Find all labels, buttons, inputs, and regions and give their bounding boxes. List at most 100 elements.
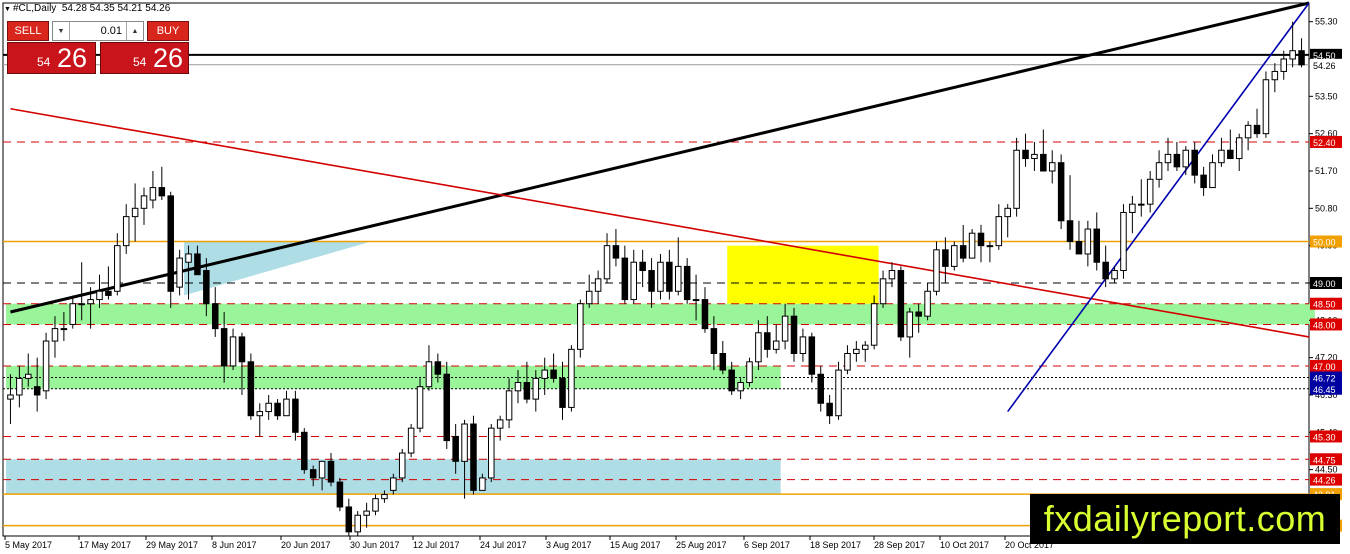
candle-body: [283, 398, 290, 417]
candle-body: [1111, 270, 1118, 280]
candle-body: [1235, 137, 1243, 160]
candle-body: [897, 270, 905, 338]
candle-body: [203, 270, 210, 305]
candle: [870, 295, 878, 350]
y-tick-label: 51.70: [1315, 166, 1338, 176]
level-label-54.26: 54.26: [1313, 61, 1336, 71]
candle: [247, 353, 255, 420]
level-label-50.00: 50.00: [1313, 238, 1336, 248]
candle-body: [853, 348, 860, 354]
candle-body: [710, 328, 718, 354]
lot-decrease-arrow-icon[interactable]: ▼: [53, 22, 70, 40]
candle: [568, 345, 575, 412]
x-tick-label: 20 Jun 2017: [281, 540, 331, 550]
candle-body: [728, 369, 735, 392]
candle-body: [995, 216, 1003, 247]
price-chart[interactable]: 55.3054.4053.5052.6051.7050.8049.9049.00…: [0, 0, 1350, 554]
candle-body: [42, 340, 50, 392]
candle-body: [140, 195, 148, 209]
candle-body: [505, 390, 513, 421]
x-tick-label: 10 Oct 2017: [940, 540, 989, 550]
x-tick-label: 6 Sep 2017: [744, 540, 790, 550]
buy-button[interactable]: BUY: [147, 21, 189, 41]
lot-increase-arrow-icon[interactable]: ▲: [126, 22, 143, 40]
candle-body: [746, 361, 753, 384]
candle: [470, 415, 477, 495]
candle: [416, 378, 424, 433]
candle-body: [585, 290, 593, 305]
candle-body: [1155, 162, 1163, 180]
candle-body: [425, 361, 433, 388]
candle: [443, 361, 451, 449]
candle-body: [657, 261, 664, 292]
candle-body: [1040, 153, 1047, 172]
candle-body: [1280, 58, 1288, 72]
x-tick-label: 24 Jul 2017: [480, 540, 527, 550]
candle-body: [336, 481, 344, 508]
candle-body: [577, 303, 584, 350]
candle-body: [318, 460, 326, 479]
level-label-46.72: 46.72: [1313, 374, 1336, 384]
buy-price-box[interactable]: 54 26: [100, 42, 189, 74]
candle-body: [309, 469, 317, 479]
candle-body: [292, 398, 299, 433]
candle-body: [701, 299, 709, 330]
candle-body: [666, 261, 673, 292]
candle-body: [986, 245, 994, 248]
candle-body: [33, 386, 41, 396]
candle: [301, 428, 308, 474]
buy-price-big: 26: [153, 43, 184, 73]
candle-body: [1182, 149, 1190, 168]
watermark-logo: fxdailyreport.com: [1030, 494, 1340, 544]
candle-body: [51, 328, 59, 342]
candle: [407, 424, 415, 458]
candle-body: [942, 249, 949, 267]
candle-body: [496, 419, 504, 429]
candle-body: [1057, 162, 1065, 222]
candle-body: [772, 340, 780, 350]
candle-body: [719, 352, 727, 371]
candle-body: [194, 253, 201, 276]
candle-body: [550, 369, 557, 379]
candle: [933, 241, 940, 296]
sell-price-small: 54: [37, 55, 51, 69]
candle-body: [1262, 79, 1270, 135]
candle-body: [1120, 211, 1127, 272]
candle-body: [1031, 153, 1038, 160]
candle-body: [870, 303, 878, 346]
candle-body: [398, 452, 406, 479]
sell-button[interactable]: SELL: [7, 21, 49, 41]
candle-body: [612, 245, 620, 259]
candle-body: [559, 377, 566, 408]
sell-price-box[interactable]: 54 26: [7, 42, 96, 74]
candle-body: [1253, 124, 1261, 135]
candle-body: [274, 402, 281, 417]
chart-window[interactable]: 55.3054.4053.5052.6051.7050.8049.9049.00…: [0, 0, 1350, 554]
level-label-52.40: 52.40: [1313, 138, 1336, 148]
level-label-44.26: 44.26: [1313, 476, 1336, 486]
candle-body: [211, 303, 219, 330]
x-tick-label: 25 Aug 2017: [676, 540, 727, 550]
candle-body: [372, 498, 379, 512]
lot-size-value[interactable]: 0.01: [71, 22, 125, 40]
candle-body: [683, 265, 691, 301]
candle: [790, 307, 798, 362]
y-tick-label: 44.50: [1315, 465, 1338, 475]
candle-body: [1271, 70, 1279, 81]
candle-body: [648, 270, 655, 292]
x-tick-label: 5 May 2017: [5, 540, 52, 550]
candle-body: [479, 477, 486, 491]
x-tick-label: 29 May 2017: [146, 540, 198, 550]
x-tick-label: 3 Aug 2017: [546, 540, 592, 550]
candle-body: [1022, 149, 1029, 160]
candle-body: [301, 431, 308, 471]
candle-body: [345, 506, 353, 533]
candle-body: [69, 303, 77, 325]
candle: [42, 332, 50, 400]
candle-body: [1066, 220, 1074, 243]
candle-body: [799, 336, 807, 354]
x-tick-label: 15 Aug 2017: [610, 540, 661, 550]
level-label-44.75: 44.75: [1313, 455, 1336, 465]
y-tick-label: 50.80: [1315, 203, 1338, 213]
lot-size-field[interactable]: ▼ 0.01 ▲: [52, 21, 144, 41]
